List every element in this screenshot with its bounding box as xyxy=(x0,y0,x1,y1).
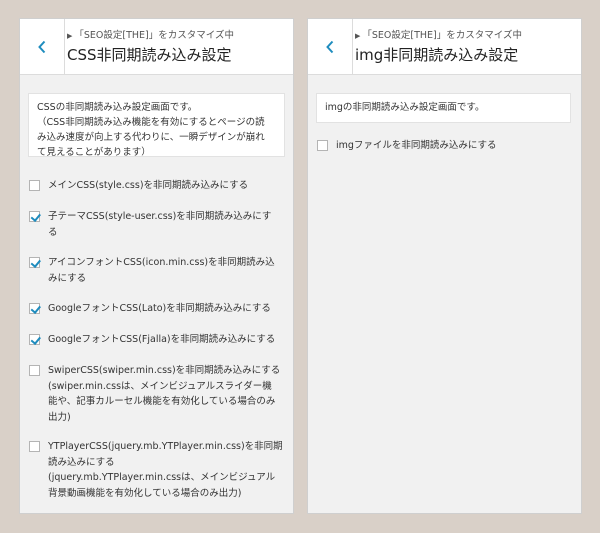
back-button[interactable] xyxy=(20,19,65,74)
page-title: CSS非同期読み込み設定 xyxy=(67,46,232,64)
caret-right-icon: ▶ xyxy=(355,32,361,40)
option-label-line: メインCSS(style.css)を非同期読み込みにする xyxy=(48,180,249,191)
option-swiper-css[interactable]: SwiperCSS(swiper.min.css)を非同期読み込みにする (sw… xyxy=(29,363,285,425)
description-line: CSSの非同期読み込み設定画面です。 xyxy=(37,102,198,113)
chevron-left-icon xyxy=(326,40,334,53)
option-img-async[interactable]: imgファイルを非同期読み込みにする xyxy=(317,138,573,154)
option-label-line: imgファイルを非同期読み込みにする xyxy=(336,140,497,151)
option-label-line: (swiper.min.cssは、メインビジュアルスライダー機 xyxy=(48,380,272,392)
description-line: て見えることがあります） xyxy=(37,147,151,158)
option-label: YTPlayerCSS(jquery.mb.YTPlayer.min.css)を… xyxy=(48,439,285,501)
chevron-left-icon xyxy=(38,40,46,53)
option-google-font-lato[interactable]: GoogleフォントCSS(Lato)を非同期読み込みにする xyxy=(29,301,285,317)
option-label: SwiperCSS(swiper.min.css)を非同期読み込みにする (sw… xyxy=(48,363,285,425)
option-label-line: SwiperCSS(swiper.min.css)を非同期読み込みにする xyxy=(48,365,281,376)
option-label: GoogleフォントCSS(Fjalla)を非同期読み込みにする xyxy=(48,332,285,348)
panel-header: ▶ 「SEO設定[THE]」をカスタマイズ中 img非同期読み込み設定 xyxy=(308,19,581,75)
option-label-line: 読み込みにする xyxy=(48,456,115,468)
caret-right-icon: ▶ xyxy=(67,32,73,40)
checkbox[interactable] xyxy=(29,180,40,191)
description-box: imgの非同期読み込み設定画面です。 xyxy=(316,93,571,123)
option-label-line: 背景動画機能を有効化している場合のみ出力) xyxy=(48,487,242,499)
option-label: imgファイルを非同期読み込みにする xyxy=(336,138,573,154)
checkbox[interactable] xyxy=(29,303,40,314)
option-label: GoogleフォントCSS(Lato)を非同期読み込みにする xyxy=(48,301,285,317)
option-label-line: 出力) xyxy=(48,411,71,423)
customizer-panel-css: ▶ 「SEO設定[THE]」をカスタマイズ中 CSS非同期読み込み設定 CSSの非… xyxy=(20,19,293,513)
option-label-line: GoogleフォントCSS(Lato)を非同期読み込みにする xyxy=(48,303,271,314)
option-label-line: (jquery.mb.YTPlayer.min.cssは、メインビジュアル xyxy=(48,472,276,483)
panel-header: ▶ 「SEO設定[THE]」をカスタマイズ中 CSS非同期読み込み設定 xyxy=(20,19,293,75)
option-ytplayer-css[interactable]: YTPlayerCSS(jquery.mb.YTPlayer.min.css)を… xyxy=(29,439,285,501)
breadcrumb-text: 「SEO設定[THE]」をカスタマイズ中 xyxy=(74,30,234,41)
description-line: （CSS非同期読み込み機能を有効にするとページの読 xyxy=(37,117,265,128)
option-label: メインCSS(style.css)を非同期読み込みにする xyxy=(48,178,285,194)
description-line: み込み速度が向上する代わりに、一瞬デザインが崩れ xyxy=(37,132,265,143)
option-label-line: YTPlayerCSS(jquery.mb.YTPlayer.min.css)を… xyxy=(48,441,283,452)
description-line: imgの非同期読み込み設定画面です。 xyxy=(325,102,485,113)
breadcrumb: ▶ 「SEO設定[THE]」をカスタマイズ中 xyxy=(355,27,522,41)
option-label-line: アイコンフォントCSS(icon.min.css)を非同期読み込 xyxy=(48,257,275,268)
back-button[interactable] xyxy=(308,19,353,74)
checkbox[interactable] xyxy=(29,211,40,222)
option-label-line: GoogleフォントCSS(Fjalla)を非同期読み込みにする xyxy=(48,334,276,345)
breadcrumb-text: 「SEO設定[THE]」をカスタマイズ中 xyxy=(362,30,522,41)
option-child-theme-css[interactable]: 子テーマCSS(style-user.css)を非同期読み込みにす る xyxy=(29,209,285,240)
option-label-line: 子テーマCSS(style-user.css)を非同期読み込みにす xyxy=(48,211,272,222)
customizer-panel-img: ▶ 「SEO設定[THE]」をカスタマイズ中 img非同期読み込み設定 imgの非… xyxy=(308,19,581,513)
description-box: CSSの非同期読み込み設定画面です。 （CSS非同期読み込み機能を有効にするとペ… xyxy=(28,93,285,158)
page-title: img非同期読み込み設定 xyxy=(355,46,519,64)
option-label-line: る xyxy=(48,226,58,238)
option-label-line: みにする xyxy=(48,272,87,284)
breadcrumb: ▶ 「SEO設定[THE]」をカスタマイズ中 xyxy=(67,27,234,41)
option-main-css[interactable]: メインCSS(style.css)を非同期読み込みにする xyxy=(29,178,285,194)
option-google-font-fjalla[interactable]: GoogleフォントCSS(Fjalla)を非同期読み込みにする xyxy=(29,332,285,348)
option-label: 子テーマCSS(style-user.css)を非同期読み込みにす る xyxy=(48,209,285,240)
checkbox[interactable] xyxy=(29,334,40,345)
option-icon-font-css[interactable]: アイコンフォントCSS(icon.min.css)を非同期読み込 みにする xyxy=(29,255,285,286)
option-label: アイコンフォントCSS(icon.min.css)を非同期読み込 みにする xyxy=(48,255,285,286)
checkbox[interactable] xyxy=(29,257,40,268)
checkbox[interactable] xyxy=(317,140,328,151)
checkbox[interactable] xyxy=(29,441,40,452)
option-label-line: 能や、記事カルーセル機能を有効化している場合のみ xyxy=(48,396,276,407)
checkbox[interactable] xyxy=(29,365,40,376)
